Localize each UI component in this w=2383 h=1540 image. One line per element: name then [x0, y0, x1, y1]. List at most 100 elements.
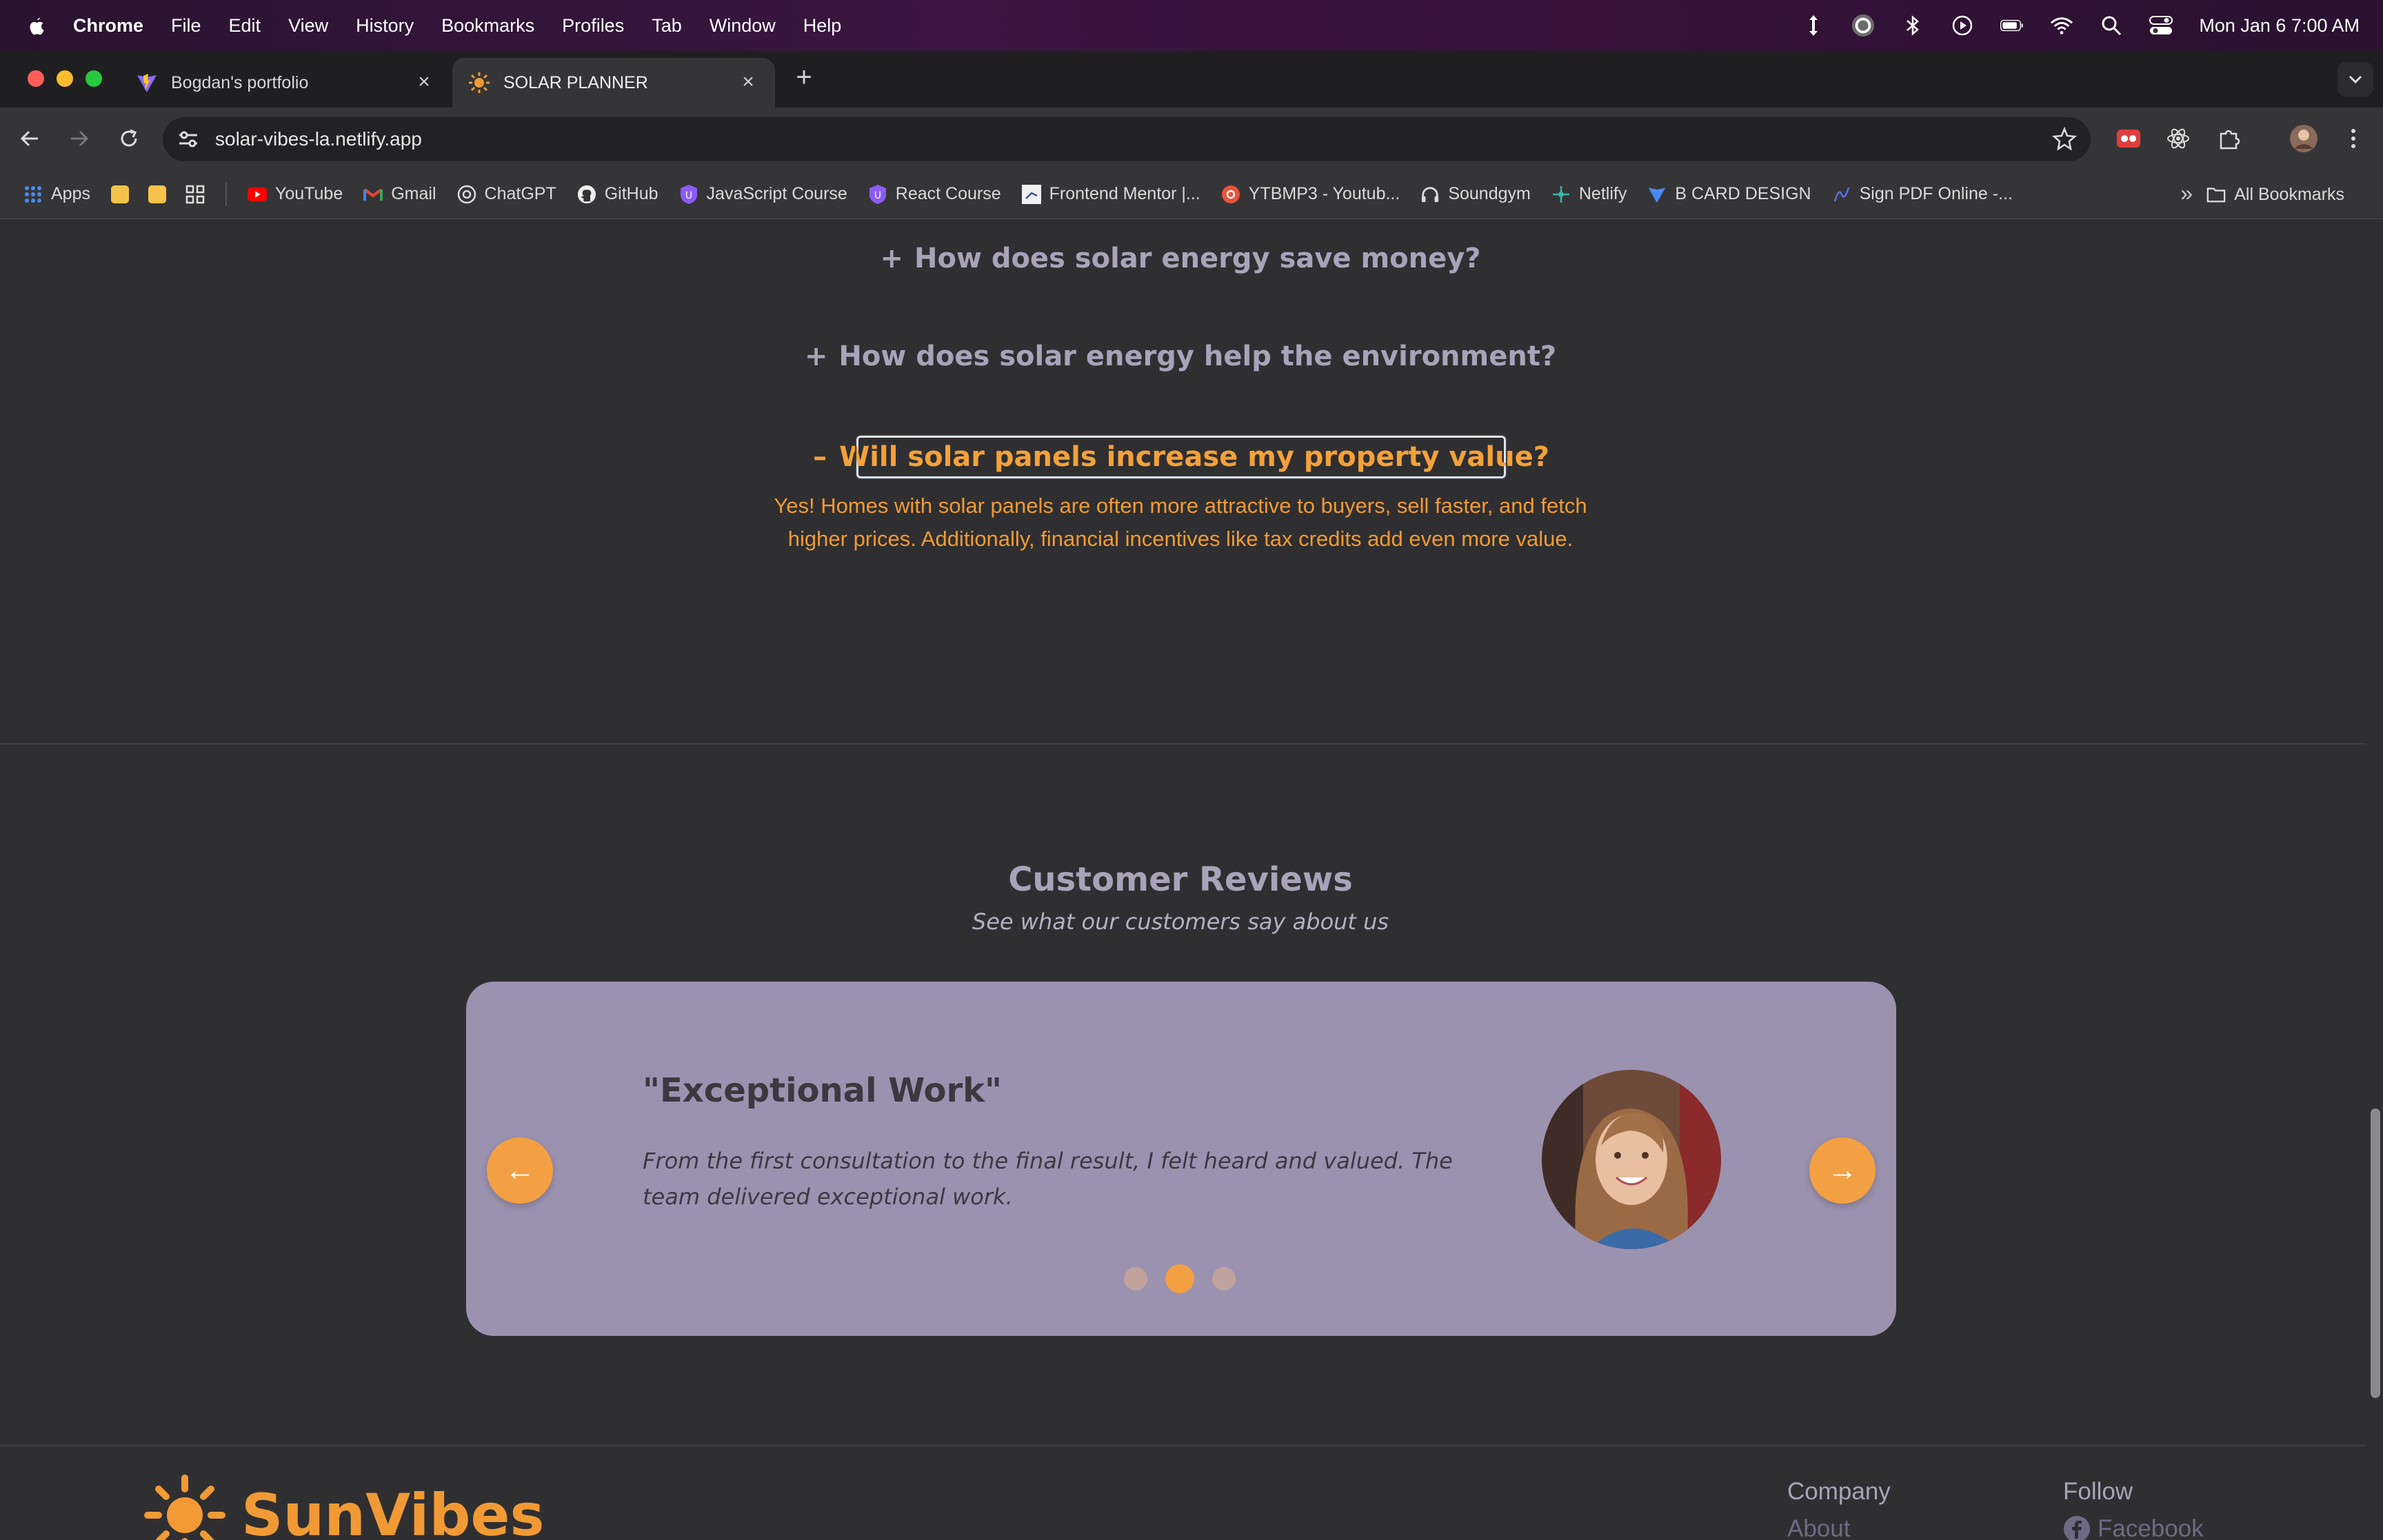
- carousel-dot-1[interactable]: [1124, 1267, 1147, 1290]
- wifi-icon[interactable]: [2050, 14, 2073, 37]
- bookmark-github[interactable]: GitHub: [577, 184, 658, 204]
- bookmarks-bar: Apps YouTube Gmail ChatGPT GitHub U Java…: [0, 170, 2383, 219]
- web-page-viewport: + How does solar energy save money? + How …: [0, 219, 2383, 1540]
- folder-icon: [2206, 185, 2226, 204]
- footer-about-link[interactable]: About: [1787, 1515, 1850, 1540]
- tab-close-icon[interactable]: ×: [738, 72, 758, 92]
- macos-menu-bar: Chrome File Edit View History Bookmarks …: [0, 0, 2383, 51]
- extension-red-icon[interactable]: [2113, 123, 2144, 154]
- bookmark-folder-yellow-icon[interactable]: [110, 185, 129, 203]
- github-icon: [577, 185, 596, 204]
- bookmark-chatgpt[interactable]: ChatGPT: [457, 184, 556, 204]
- svg-text:U: U: [685, 190, 692, 201]
- review-text: From the first consultation to the final…: [643, 1148, 1453, 1210]
- vite-icon: [1647, 185, 1667, 204]
- chrome-menu-icon[interactable]: [2337, 123, 2369, 154]
- spotlight-search-icon[interactable]: [2100, 14, 2123, 37]
- bookmark-sign-pdf[interactable]: Sign PDF Online -...: [1832, 184, 2013, 204]
- menu-tab[interactable]: Tab: [652, 15, 682, 37]
- apple-logo-icon[interactable]: [25, 14, 48, 37]
- bookmark-soundgym[interactable]: Soundgym: [1420, 184, 1531, 204]
- faq-question-text: How does solar energy save money?: [914, 243, 1481, 274]
- extensions-puzzle-icon[interactable]: [2213, 123, 2245, 154]
- footer-brand-logo[interactable]: SunVibes: [143, 1474, 545, 1540]
- menu-view[interactable]: View: [288, 15, 328, 37]
- bookmark-label: Apps: [51, 184, 90, 203]
- reviews-subheading: See what our customers say about us: [972, 909, 1389, 935]
- faq-question-save-money[interactable]: + How does solar energy save money?: [0, 243, 2361, 274]
- menu-window[interactable]: Window: [710, 15, 776, 37]
- plus-icon: +: [804, 341, 828, 372]
- carousel-dot-2[interactable]: [1165, 1264, 1194, 1293]
- bookmark-javascript-course[interactable]: U JavaScript Course: [679, 184, 847, 204]
- menu-bar-clock[interactable]: Mon Jan 6 7:00 AM: [2199, 15, 2360, 37]
- browser-tab-strip: Bogdan's portfolio × SOLAR PLANNER × +: [0, 51, 2383, 108]
- bookmark-label: Netlify: [1578, 184, 1627, 203]
- page-scrollbar[interactable]: [2371, 1108, 2380, 1398]
- control-center-icon[interactable]: [2149, 14, 2173, 37]
- forward-button[interactable]: [63, 123, 95, 154]
- menu-help[interactable]: Help: [803, 15, 842, 37]
- bookmark-frontend-mentor[interactable]: Frontend Mentor |...: [1021, 184, 1200, 204]
- tab-title: SOLAR PLANNER: [503, 72, 648, 92]
- menu-app-name[interactable]: Chrome: [73, 15, 143, 37]
- bookmark-apps[interactable]: Apps: [23, 184, 90, 204]
- tab-solar-planner[interactable]: SOLAR PLANNER ×: [452, 58, 775, 108]
- footer-facebook-link[interactable]: Facebook: [2063, 1515, 2204, 1540]
- bookmark-label: React Course: [895, 184, 1001, 203]
- menu-profiles[interactable]: Profiles: [562, 15, 624, 37]
- review-title: "Exceptional Work": [643, 1071, 1003, 1110]
- bookmark-b-card-design[interactable]: B CARD DESIGN: [1647, 184, 1811, 204]
- frontend-mentor-icon: [1021, 184, 1041, 204]
- bookmark-label: Frontend Mentor |...: [1049, 184, 1200, 203]
- address-bar[interactable]: solar-vibes-la.netlify.app: [163, 117, 2091, 161]
- reload-button[interactable]: [113, 123, 145, 154]
- footer-company-heading: Company: [1787, 1478, 1891, 1505]
- window-zoom-button[interactable]: [86, 70, 102, 87]
- menu-file[interactable]: File: [171, 15, 201, 37]
- carousel-dot-3[interactable]: [1212, 1267, 1236, 1290]
- headphones-icon: [1420, 185, 1440, 204]
- faq-question-property-value[interactable]: – Will solar panels increase my property …: [813, 434, 1549, 480]
- vertical-arrows-icon[interactable]: [1802, 14, 1825, 37]
- tab-close-icon[interactable]: ×: [414, 72, 434, 92]
- bookmark-netlify[interactable]: Netlify: [1551, 184, 1627, 204]
- profile-avatar[interactable]: [2288, 123, 2320, 154]
- bookmark-react-course[interactable]: U React Course: [868, 184, 1001, 204]
- window-close-button[interactable]: [28, 70, 44, 87]
- new-tab-plus-icon[interactable]: +: [790, 63, 818, 91]
- footer-facebook-label: Facebook: [2098, 1515, 2204, 1540]
- battery-icon[interactable]: [2000, 14, 2024, 37]
- react-devtools-icon[interactable]: [2162, 123, 2194, 154]
- tab-search-button[interactable]: [2337, 62, 2373, 97]
- bookmark-youtube[interactable]: YouTube: [247, 184, 343, 204]
- faq-question-environment[interactable]: + How does solar energy help the environm…: [0, 341, 2361, 372]
- tab-groups-icon[interactable]: [185, 185, 205, 204]
- browser-toolbar: solar-vibes-la.netlify.app: [0, 108, 2383, 170]
- bookmarks-overflow-chevron-icon[interactable]: »: [2180, 181, 2193, 206]
- previous-review-button[interactable]: ←: [487, 1137, 553, 1204]
- apps-grid-icon: [23, 185, 43, 204]
- bookmark-label: Gmail: [391, 184, 436, 203]
- next-review-button[interactable]: →: [1809, 1137, 1876, 1204]
- menu-edit[interactable]: Edit: [229, 15, 261, 37]
- menu-history[interactable]: History: [356, 15, 414, 37]
- back-button[interactable]: [14, 123, 46, 154]
- menu-bookmarks[interactable]: Bookmarks: [441, 15, 534, 37]
- bookmark-label: YTBMP3 - Youtub...: [1248, 184, 1400, 203]
- bookmark-gmail[interactable]: Gmail: [363, 184, 436, 204]
- bluetooth-icon[interactable]: [1901, 14, 1924, 37]
- bookmark-all-bookmarks[interactable]: All Bookmarks: [2206, 170, 2344, 219]
- play-circle-icon[interactable]: [1951, 14, 1974, 37]
- bookmark-star-icon[interactable]: [2051, 126, 2078, 152]
- bookmark-folder-yellow-icon[interactable]: [148, 185, 166, 203]
- window-minimize-button[interactable]: [57, 70, 73, 87]
- screen-record-icon[interactable]: [1851, 14, 1875, 37]
- carousel-dots: [1124, 1264, 1236, 1293]
- bookmark-ytbmp3[interactable]: YTBMP3 - Youtub...: [1221, 184, 1400, 204]
- tab-bogdans-portfolio[interactable]: Bogdan's portfolio ×: [120, 58, 451, 108]
- bookmark-label: Soundgym: [1448, 184, 1531, 203]
- site-settings-icon[interactable]: [177, 128, 200, 151]
- footer-brand-name: SunVibes: [241, 1481, 545, 1540]
- youtube-icon: [247, 185, 267, 204]
